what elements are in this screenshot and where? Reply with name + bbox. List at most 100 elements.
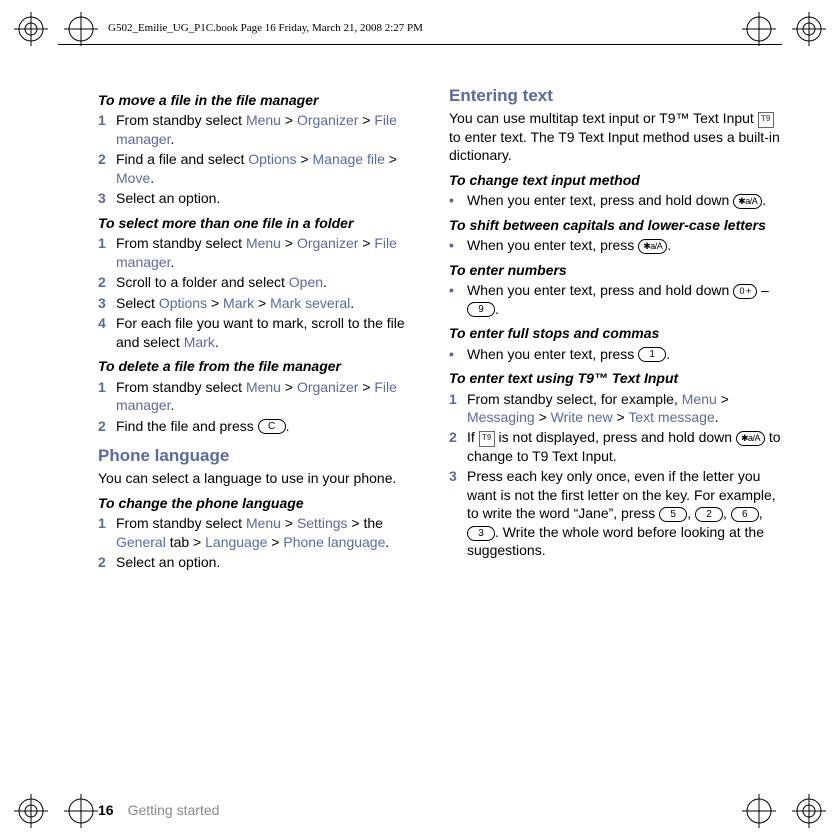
separator: > — [281, 112, 297, 128]
step: 3 Press each key only once, even if the … — [449, 467, 782, 559]
key-star-aA-icon: ✱a/A — [736, 431, 765, 446]
bullet-body: When you enter text, press and hold down… — [467, 191, 766, 209]
step-number: 2 — [98, 553, 110, 571]
step: 4 For each file you want to mark, scroll… — [98, 314, 431, 351]
menu-term: Mark — [223, 295, 254, 311]
step-number: 2 — [98, 150, 110, 187]
key-0-icon: 0 + — [733, 284, 757, 299]
registration-mark-icon — [64, 794, 98, 828]
step-body: Find a file and select Options > Manage … — [116, 150, 431, 187]
text: When you enter text, press and hold down — [467, 282, 733, 298]
text: From standby select, for example, — [467, 391, 682, 407]
text: is not displayed, press and hold down — [495, 429, 736, 445]
print-header-rule — [58, 44, 782, 45]
subhead-delete-file: To delete a file from the file manager — [98, 357, 431, 375]
text: . — [495, 301, 499, 317]
separator: > — [358, 112, 374, 128]
separator: > — [297, 151, 313, 167]
text: . — [666, 346, 670, 362]
menu-term: Manage file — [313, 151, 385, 167]
step-number: 1 — [98, 514, 110, 551]
subhead-shift-case: To shift between capitals and lower-case… — [449, 216, 782, 234]
registration-mark-icon — [14, 12, 48, 46]
menu-term: Menu — [246, 379, 281, 395]
text: When you enter text, press and hold down — [467, 192, 733, 208]
step-number: 1 — [98, 111, 110, 148]
step-body: From standby select Menu > Organizer > F… — [116, 378, 431, 415]
step-number: 2 — [98, 273, 110, 291]
text: . — [667, 237, 671, 253]
text: When you enter text, press — [467, 237, 638, 253]
text: From standby select — [116, 515, 246, 531]
subhead-move-file: To move a file in the file manager — [98, 91, 431, 109]
t9-icon: T9 — [758, 112, 774, 128]
separator: > — [717, 391, 729, 407]
subhead-stops-commas: To enter full stops and commas — [449, 324, 782, 342]
text: From standby select — [116, 379, 246, 395]
text: Find a file and select — [116, 151, 248, 167]
separator: > — [281, 515, 297, 531]
text: From standby select — [116, 112, 246, 128]
separator: > — [385, 151, 397, 167]
subhead-select-multiple: To select more than one file in a folder — [98, 214, 431, 232]
step-body: From standby select Menu > Organizer > F… — [116, 111, 431, 148]
step-number: 1 — [98, 378, 110, 415]
registration-mark-icon — [14, 794, 48, 828]
step-body: Select an option. — [116, 189, 431, 207]
step: 1 From standby select Menu > Organizer >… — [98, 111, 431, 148]
bullet-body: When you enter text, press 1. — [467, 345, 670, 363]
menu-term: Options — [248, 151, 296, 167]
menu-term: Language — [205, 534, 267, 550]
step-body: Press each key only once, even if the le… — [467, 467, 782, 559]
menu-term: Move — [116, 170, 150, 186]
section-entering-text: Entering text — [449, 85, 782, 107]
menu-term: Text message — [628, 409, 714, 425]
section-name: Getting started — [128, 802, 220, 818]
section-phone-language: Phone language — [98, 445, 431, 467]
step-number: 1 — [449, 390, 461, 427]
text: . — [170, 254, 174, 270]
text: . — [215, 334, 219, 350]
step-number: 2 — [98, 417, 110, 435]
separator: > — [254, 295, 270, 311]
text: . — [350, 295, 354, 311]
step-body: Select Options > Mark > Mark several. — [116, 294, 431, 312]
text: You can use multitap text input or T9™ T… — [449, 110, 758, 126]
key-2-icon: 2 — [695, 507, 723, 522]
menu-term: Menu — [246, 112, 281, 128]
text: . — [170, 131, 174, 147]
step: 3 Select Options > Mark > Mark several. — [98, 294, 431, 312]
separator: > — [281, 235, 297, 251]
separator: tab > — [166, 534, 205, 550]
step: 2 Find a file and select Options > Manag… — [98, 150, 431, 187]
step-body: Scroll to a folder and select Open. — [116, 273, 431, 291]
separator: > — [207, 295, 223, 311]
text: If — [467, 429, 479, 445]
text: . — [286, 418, 290, 434]
key-star-aA-icon: ✱a/A — [638, 239, 667, 254]
step: 2 If T9 is not displayed, press and hold… — [449, 428, 782, 465]
step-number: 3 — [98, 189, 110, 207]
menu-term: Menu — [246, 515, 281, 531]
bullet-body: When you enter text, press and hold down… — [467, 281, 782, 318]
step: 2 Select an option. — [98, 553, 431, 571]
step-number: 4 — [98, 314, 110, 351]
step: 1 From standby select Menu > Organizer >… — [98, 234, 431, 271]
text: . — [715, 409, 719, 425]
separator: > the — [348, 515, 383, 531]
subhead-enter-numbers: To enter numbers — [449, 261, 782, 279]
step-body: From standby select Menu > Settings > th… — [116, 514, 431, 551]
page-number: 16 — [98, 802, 114, 818]
paragraph: You can select a language to use in your… — [98, 469, 431, 487]
registration-mark-icon — [742, 12, 776, 46]
bullet-body: When you enter text, press ✱a/A. — [467, 236, 671, 254]
text: – — [757, 282, 769, 298]
step-number: 3 — [449, 467, 461, 559]
step-number: 1 — [98, 234, 110, 271]
key-5-icon: 5 — [659, 507, 687, 522]
menu-term: Options — [159, 295, 207, 311]
text: Scroll to a folder and select — [116, 274, 289, 290]
bullet-dot: • — [449, 345, 461, 363]
step: 2 Find the file and press C. — [98, 417, 431, 435]
page: G502_Emilie_UG_P1C.book Page 16 Friday, … — [0, 0, 840, 840]
